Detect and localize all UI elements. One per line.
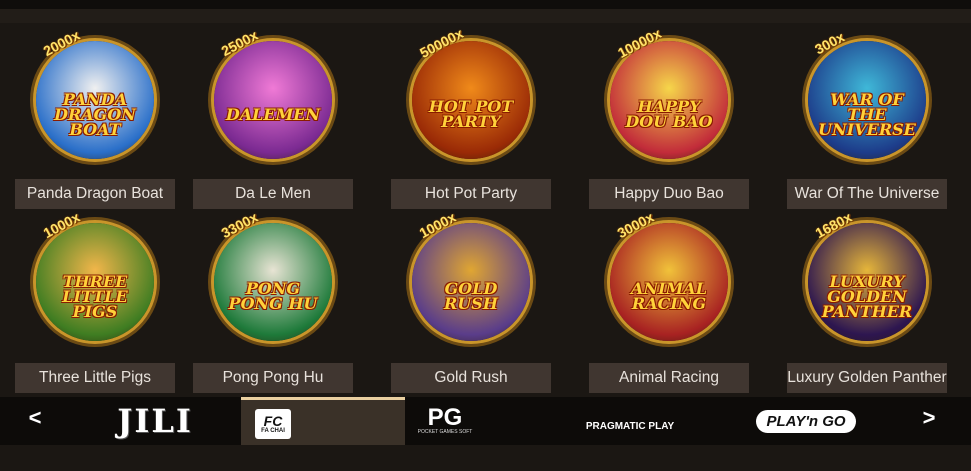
game-emblem: 3000x ANIMAL RACING — [610, 209, 728, 341]
game-title[interactable]: Da Le Men — [193, 179, 353, 209]
game-title[interactable]: Panda Dragon Boat — [15, 179, 175, 209]
game-title[interactable]: Gold Rush — [391, 363, 551, 393]
game-emblem: 300x WAR OF THE UNIVERSE — [808, 29, 926, 159]
game-thumbnail[interactable]: 50000x HOT POT PARTY — [391, 25, 551, 170]
game-title[interactable]: Happy Duo Bao — [589, 179, 749, 209]
game-title[interactable]: War Of The Universe — [787, 179, 947, 209]
game-card-da-le-men[interactable]: 2500x DALEMEN Da Le Men — [193, 27, 353, 210]
game-emblem: 2500x DALEMEN — [214, 27, 332, 159]
multiplier-badge: 2500x — [218, 26, 261, 60]
game-card-luxury-golden-panther[interactable]: 1680x LUXURY GOLDEN PANTHER Luxury Golden … — [787, 209, 947, 393]
provider-jili[interactable]: JILI — [100, 397, 210, 445]
game-logo-text: THREE LITTLE PIGS — [62, 271, 128, 321]
game-logo-text: LUXURY GOLDEN PANTHER — [821, 271, 913, 321]
game-emblem: 50000x HOT POT PARTY — [412, 25, 530, 159]
jili-logo: JILI — [117, 402, 193, 440]
game-logo-text: PONG PONG HU — [228, 279, 318, 313]
top-bar-strip — [0, 9, 971, 23]
multiplier-badge: 10000x — [614, 24, 664, 62]
carousel-prev-button[interactable]: < — [20, 405, 50, 431]
game-thumbnail[interactable]: 3000x ANIMAL RACING — [589, 209, 749, 352]
provider-carousel: < JILI FC FA CHAI PG POCKET GAMES SOFT P… — [0, 397, 971, 445]
game-thumbnail[interactable]: 10000x HAPPY DOU BAO — [589, 25, 749, 170]
game-thumbnail[interactable]: 1000x THREE LITTLE PIGS — [15, 209, 175, 352]
game-thumbnail[interactable]: 2500x DALEMEN — [193, 27, 353, 170]
multiplier-badge: 300x — [812, 28, 848, 58]
game-card-war-of-the-universe[interactable]: 300x WAR OF THE UNIVERSE War Of The Univer… — [787, 29, 947, 210]
game-thumbnail[interactable]: 1680x LUXURY GOLDEN PANTHER — [787, 209, 947, 352]
game-emblem: 1000x GOLD RUSH — [412, 209, 530, 341]
game-logo-text: GOLD RUSH — [444, 279, 498, 313]
carousel-next-button[interactable]: > — [914, 405, 944, 431]
game-title[interactable]: Luxury Golden Panther — [787, 363, 947, 393]
game-emblem: 1680x LUXURY GOLDEN PANTHER — [808, 209, 926, 341]
provider-pg[interactable]: PG POCKET GAMES SOFT — [415, 397, 475, 445]
game-card-pong-pong-hu[interactable]: 3300x PONG PONG HU Pong Pong Hu — [193, 209, 353, 393]
game-title[interactable]: Hot Pot Party — [391, 179, 551, 209]
game-emblem: 1000x THREE LITTLE PIGS — [36, 209, 154, 341]
bottom-strip — [0, 445, 971, 471]
multiplier-badge: 1000x — [40, 208, 83, 242]
multiplier-badge: 1680x — [812, 208, 855, 242]
game-emblem: 10000x HAPPY DOU BAO — [610, 25, 728, 159]
fachai-logo-text: FC — [263, 412, 283, 429]
game-thumbnail[interactable]: 300x WAR OF THE UNIVERSE — [787, 29, 947, 170]
game-thumbnail[interactable]: 2000x PANDA DRAGON BOAT — [15, 27, 175, 170]
fachai-logo-sub: FA CHAI — [261, 427, 285, 434]
game-title[interactable]: Animal Racing — [589, 363, 749, 393]
game-card-animal-racing[interactable]: 3000x ANIMAL RACING Animal Racing — [589, 209, 749, 393]
game-thumbnail[interactable]: 1000x GOLD RUSH — [391, 209, 551, 352]
game-logo-text: HOT POT PARTY — [428, 97, 514, 131]
game-card-hot-pot-party[interactable]: 50000x HOT POT PARTY Hot Pot Party — [391, 25, 551, 210]
pragmatic-logo: PRAGMATIC PLAY — [585, 420, 675, 432]
provider-pragmatic-play[interactable]: PRAGMATIC PLAY — [580, 397, 680, 445]
game-logo-text: HAPPY DOU BAO — [625, 97, 713, 131]
game-emblem: 3300x PONG PONG HU — [214, 209, 332, 341]
top-bar — [0, 0, 971, 9]
game-card-gold-rush[interactable]: 1000x GOLD RUSH Gold Rush — [391, 209, 551, 393]
game-title[interactable]: Pong Pong Hu — [193, 363, 353, 393]
game-logo-text: PANDA DRAGON BOAT — [54, 89, 136, 139]
game-thumbnail[interactable]: 3300x PONG PONG HU — [193, 209, 353, 352]
provider-playngo[interactable]: PLAY'n GO — [748, 397, 864, 445]
multiplier-badge: 3000x — [614, 208, 657, 242]
game-logo-text: WAR OF THE UNIVERSE — [818, 89, 916, 139]
pg-logo: PG — [427, 404, 463, 431]
multiplier-badge: 50000x — [416, 24, 466, 62]
game-logo-text: DALEMEN — [225, 104, 321, 124]
pg-logo-sub: POCKET GAMES SOFT — [417, 429, 473, 435]
game-logo-text: ANIMAL RACING — [631, 279, 707, 313]
game-title[interactable]: Three Little Pigs — [15, 363, 175, 393]
game-emblem: 2000x PANDA DRAGON BOAT — [36, 27, 154, 159]
multiplier-badge: 2000x — [40, 26, 83, 60]
game-card-three-little-pigs[interactable]: 1000x THREE LITTLE PIGS Three Little Pigs — [15, 209, 175, 393]
game-card-panda-dragon-boat[interactable]: 2000x PANDA DRAGON BOAT Panda Dragon Boat — [15, 27, 175, 210]
provider-fachai-tab[interactable]: FC FA CHAI — [241, 397, 405, 445]
multiplier-badge: 3300x — [218, 208, 261, 242]
playngo-logo: PLAY'n GO — [756, 409, 856, 433]
fachai-logo: FC FA CHAI — [255, 409, 291, 439]
game-card-happy-duo-bao[interactable]: 10000x HAPPY DOU BAO Happy Duo Bao — [589, 25, 749, 210]
multiplier-badge: 1000x — [416, 208, 459, 242]
